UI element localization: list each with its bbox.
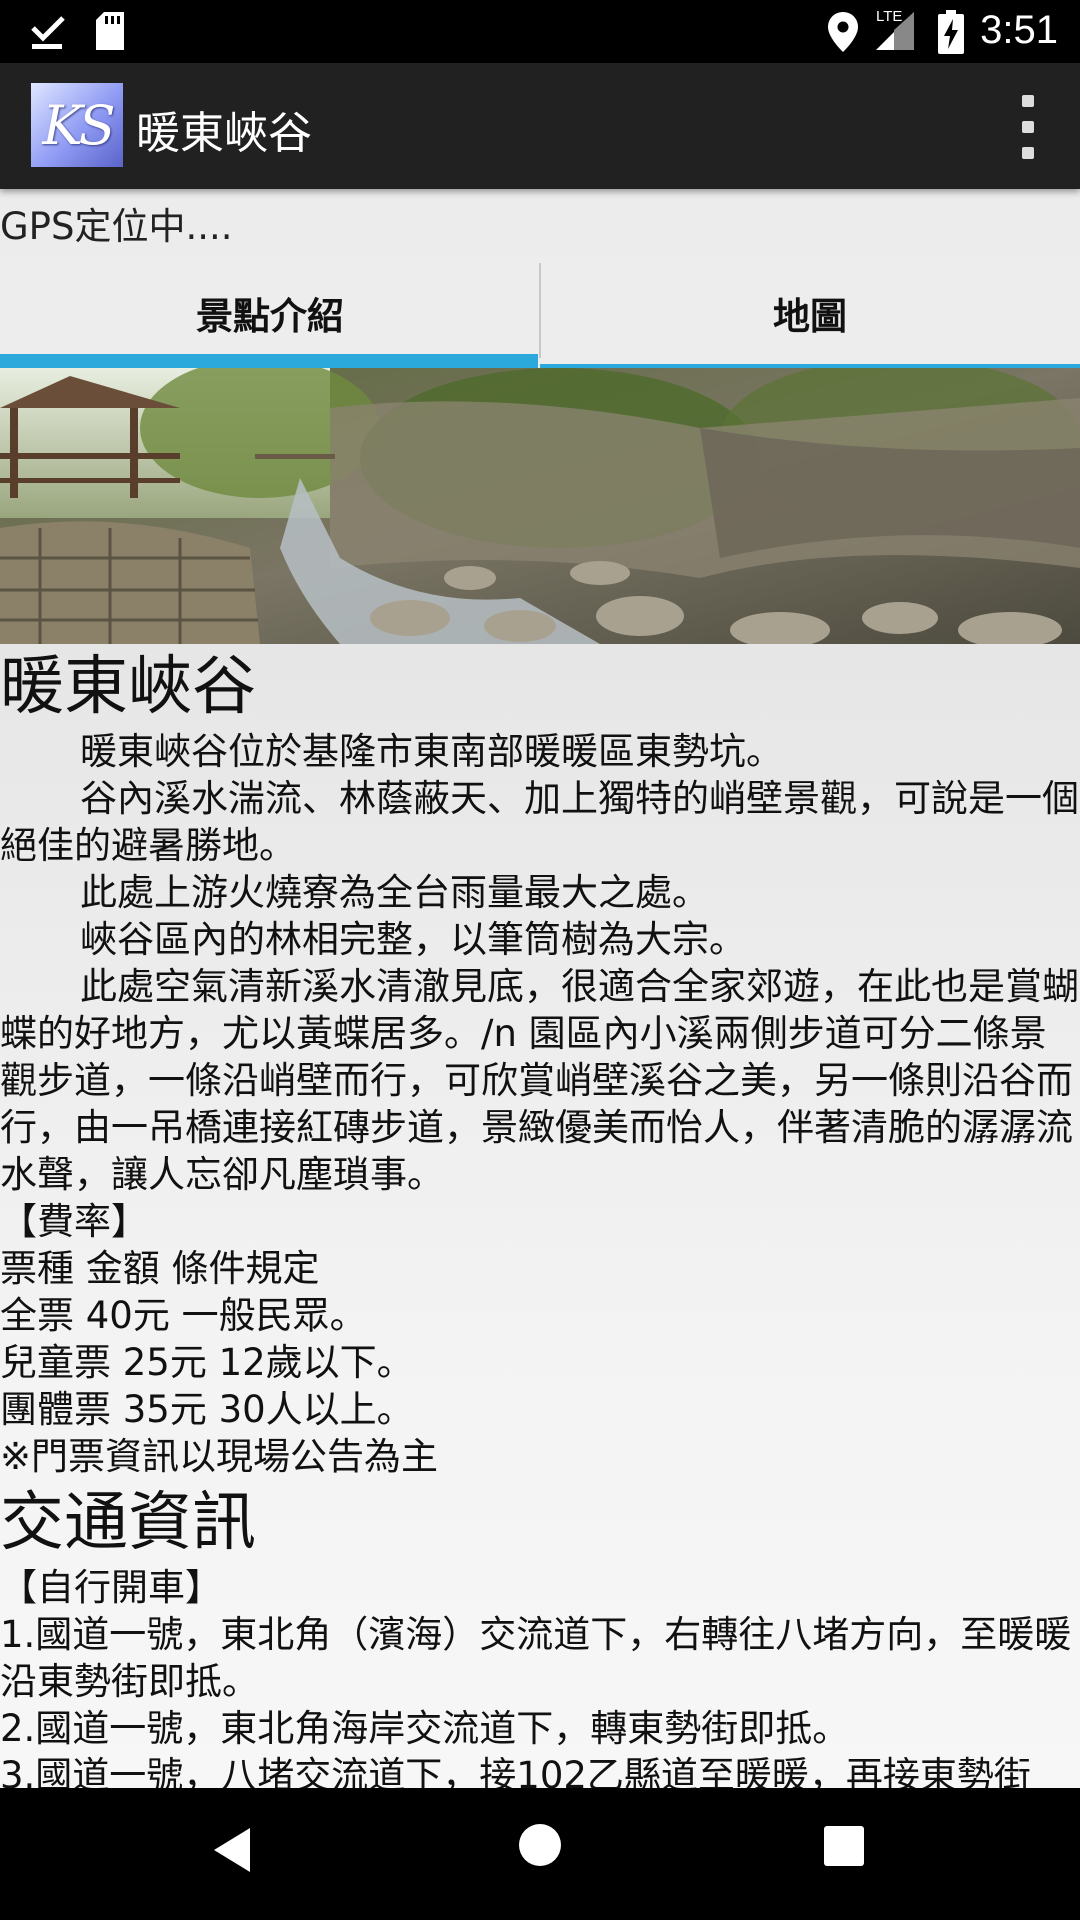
drive-line: 2.國道一號，東北角海岸交流道下，轉東勢街即抵。 — [0, 1707, 850, 1750]
overflow-menu-button[interactable] — [1004, 95, 1052, 159]
status-bar: LTE 3:51 — [0, 0, 1080, 63]
recent-apps-icon[interactable] — [824, 1826, 864, 1866]
location-icon — [828, 12, 858, 52]
transport-title: 交通資訊 — [0, 1486, 256, 1560]
navigation-bar — [0, 1788, 1080, 1920]
fee-line: 全票 40元 一般民眾。 — [0, 1294, 367, 1337]
network-type-label: LTE — [876, 8, 903, 25]
fee-line: 票種 金額 條件規定 — [0, 1247, 320, 1290]
attraction-photo — [0, 368, 1080, 644]
status-time: 3:51 — [980, 8, 1058, 52]
app-bar: KS 暖東峽谷 — [0, 63, 1080, 189]
intro-paragraph: 此處上游火燒寮為全台雨量最大之處。 — [80, 871, 709, 914]
intro-paragraph: 暖東峽谷位於基隆市東南部暖暖區東勢坑。 — [80, 730, 783, 773]
attraction-title: 暖東峽谷 — [0, 650, 256, 724]
attraction-content[interactable]: 暖東峽谷 暖東峽谷位於基隆市東南部暖暖區東勢坑。 谷內溪水湍流、林蔭蔽天、加上獨… — [0, 644, 1080, 1788]
fee-line: 團體票 35元 30人以上。 — [0, 1388, 414, 1431]
fee-line: 兒童票 25元 12歲以下。 — [0, 1341, 414, 1384]
drive-line: 1.國道一號，東北角（濱海）交流道下，右轉往八堵方向，至暖暖沿東勢街即抵。 — [0, 1613, 1072, 1703]
tab-map[interactable]: 地圖 — [540, 258, 1080, 368]
tab-selected-indicator — [0, 354, 538, 368]
tab-attraction-intro[interactable]: 景點介紹 — [0, 258, 540, 368]
drive-heading: 【自行開車】 — [0, 1566, 222, 1609]
fee-note: ※門票資訊以現場公告為主 — [0, 1435, 439, 1478]
battery-charging-icon — [938, 10, 964, 54]
gps-status: GPS定位中.... — [0, 205, 233, 248]
app-title: 暖東峽谷 — [136, 108, 312, 159]
intro-paragraph: 此處空氣清新溪水清澈見底，很適合全家郊遊，在此也是賞蝴蝶的好地方，尤以黃蝶居多。… — [0, 965, 1079, 1196]
fee-heading: 【費率】 — [0, 1200, 148, 1243]
back-icon[interactable] — [210, 1826, 254, 1874]
drive-line: 3.國道一號，八堵交流道下，接102乙縣道至暖暖，再接東勢街 — [0, 1754, 1031, 1788]
intro-paragraph: 峽谷區內的林相完整，以筆筒樹為大宗。 — [80, 918, 746, 961]
tab-bar: 景點介紹 地圖 — [0, 258, 1080, 368]
app-logo: KS — [31, 83, 123, 167]
more-vert-icon — [1022, 95, 1034, 107]
sd-card-icon — [96, 12, 124, 50]
app-logo-text: KS — [42, 93, 115, 157]
home-icon[interactable] — [519, 1824, 561, 1866]
intro-paragraph: 谷內溪水湍流、林蔭蔽天、加上獨特的峭壁景觀，可說是一個絕佳的避暑勝地。 — [0, 777, 1079, 867]
download-done-icon — [31, 16, 65, 49]
